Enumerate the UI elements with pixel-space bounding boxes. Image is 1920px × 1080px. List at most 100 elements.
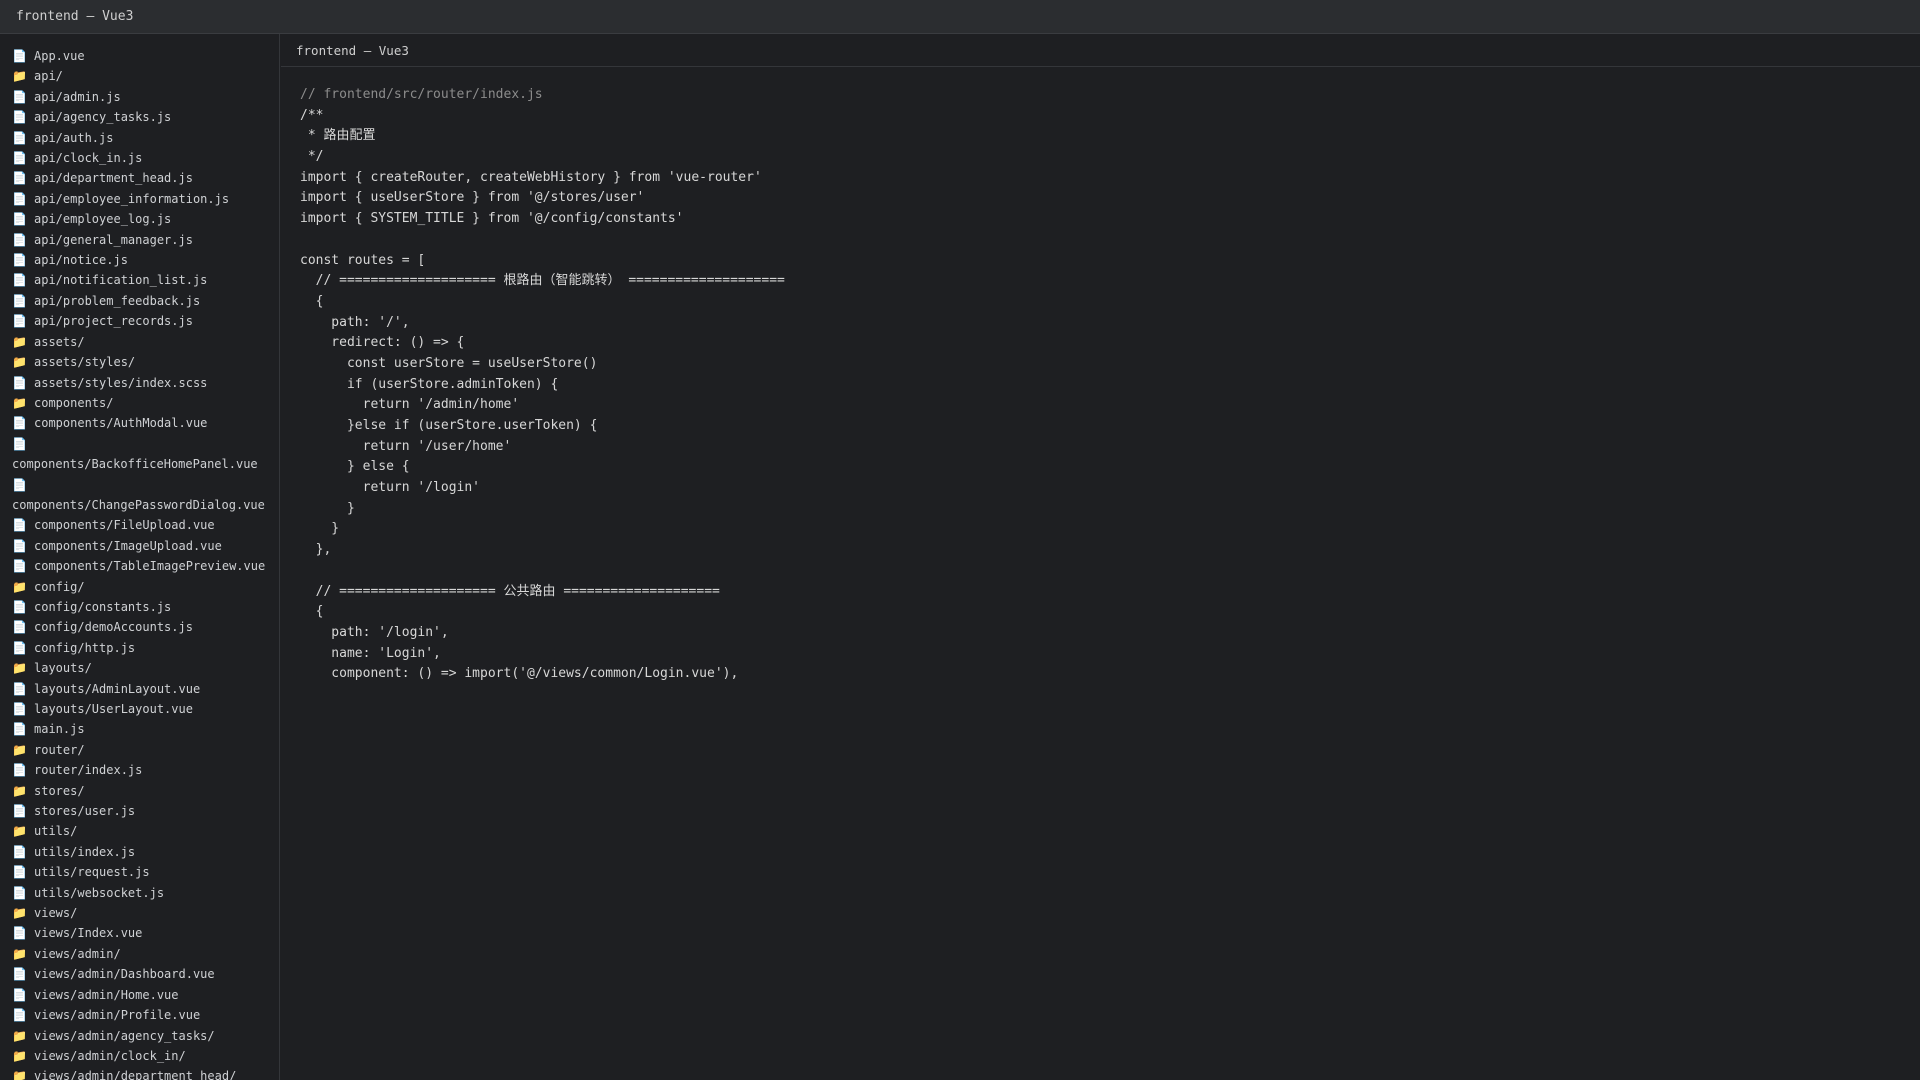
file-item[interactable]: 📄 api/problem_feedback.js [0, 291, 279, 311]
file-icon: 📄 [12, 212, 27, 227]
code-content[interactable]: // frontend/src/router/index.js /** * 路由配… [281, 67, 1920, 685]
file-item[interactable]: 📄 config/demoAccounts.js [0, 617, 279, 637]
file-item[interactable]: 📄 config/http.js [0, 638, 279, 658]
folder-icon: 📁 [12, 1028, 27, 1043]
code-line: }, [300, 542, 332, 558]
file-icon: 📄 [12, 702, 27, 716]
file-item[interactable]: 📄 utils/websocket.js [0, 883, 279, 903]
folder-item[interactable]: 📁 config/ [0, 577, 279, 597]
folder-icon: 📁 [12, 579, 27, 594]
tree-item-label: api/notice.js [34, 253, 128, 268]
file-item[interactable]: 📄 api/admin.js [0, 87, 279, 107]
tree-item-label: api/general_manager.js [34, 232, 193, 247]
folder-item[interactable]: 📁 stores/ [0, 781, 279, 801]
file-item[interactable]: 📄 utils/request.js [0, 862, 279, 882]
folder-item[interactable]: 📁 components/ [0, 393, 279, 413]
tree-item-label: views/admin/ [34, 946, 121, 961]
file-icon: 📄 [12, 987, 27, 1002]
folder-item[interactable]: 📁 views/admin/ [0, 944, 279, 964]
file-item[interactable]: 📄 api/department_head.js [0, 168, 279, 188]
file-item[interactable]: 📄 api/employee_information.js [0, 189, 279, 209]
tree-item-label: router/ [34, 742, 85, 757]
file-item[interactable]: 📄 components/AuthModal.vue [0, 413, 279, 433]
file-item[interactable]: 📄 api/general_manager.js [0, 230, 279, 250]
tree-item-label: views/admin/department_head/ [34, 1069, 237, 1080]
file-item[interactable]: 📄 api/agency_tasks.js [0, 107, 279, 127]
file-icon: 📄 [12, 518, 27, 533]
folder-item[interactable]: 📁 router/ [0, 740, 279, 760]
tree-item-label: layouts/UserLayout.vue [34, 702, 193, 716]
code-line: name: 'Login', [300, 645, 441, 661]
file-item[interactable]: 📄 assets/styles/index.scss [0, 373, 279, 393]
tree-item-label: api/admin.js [34, 89, 121, 104]
file-item[interactable]: 📄 layouts/AdminLayout.vue [0, 679, 279, 699]
tree-item-label: assets/styles/index.scss [34, 375, 208, 390]
file-item[interactable]: 📄 views/admin/Profile.vue [0, 1005, 279, 1025]
folder-item[interactable]: 📁 utils/ [0, 821, 279, 841]
file-item[interactable]: 📄 api/employee_log.js [0, 209, 279, 229]
code-line: redirect: () => { [300, 335, 465, 351]
file-item[interactable]: 📄 api/notice.js [0, 250, 279, 270]
file-item[interactable]: 📄 utils/index.js [0, 842, 279, 862]
file-item[interactable]: 📄 views/admin/Home.vue [0, 985, 279, 1005]
folder-item[interactable]: 📁 views/ [0, 903, 279, 923]
file-item[interactable]: 📄 components/ImageUpload.vue [0, 536, 279, 556]
file-explorer-sidebar: 📄 App.vue 📁 api/ 📄 api/admin.js 📄 api/agency_ta… [0, 34, 280, 1080]
tree-item-label: config/ [34, 579, 85, 594]
folder-icon: 📁 [12, 334, 27, 349]
file-icon: 📄 [12, 191, 27, 206]
folder-item[interactable]: 📁 views/admin/department_head/ [0, 1066, 279, 1080]
file-icon: 📄 [12, 416, 27, 431]
tree-item-label: components/AuthModal.vue [34, 416, 208, 431]
file-item[interactable]: 📄 views/Index.vue [0, 923, 279, 943]
file-item[interactable]: 📄 api/project_records.js [0, 311, 279, 331]
file-item[interactable]: 📄 App.vue [0, 46, 279, 66]
folder-item[interactable]: 📁 assets/styles/ [0, 352, 279, 372]
tree-item-label: utils/ [34, 824, 78, 839]
file-item[interactable]: 📄 config/constants.js [0, 597, 279, 617]
folder-item[interactable]: 📁 views/admin/agency_tasks/ [0, 1026, 279, 1046]
file-item[interactable]: 📄 api/clock_in.js [0, 148, 279, 168]
tree-item-label: api/employee_log.js [34, 212, 172, 227]
file-item[interactable]: 📄 components/TableImagePreview.vue [0, 556, 279, 576]
file-item[interactable]: 📄 components/BackofficeHomePanel.vue [0, 434, 279, 475]
file-item[interactable]: 📄 router/index.js [0, 760, 279, 780]
folder-item[interactable]: 📁 views/admin/clock_in/ [0, 1046, 279, 1066]
folder-item[interactable]: 📁 assets/ [0, 332, 279, 352]
file-item[interactable]: 📄 layouts/UserLayout.vue [0, 699, 279, 719]
tree-item-label: config/demoAccounts.js [34, 620, 193, 635]
tree-item-label: layouts/ [34, 661, 92, 676]
folder-icon: 📁 [12, 824, 27, 839]
file-item[interactable]: 📄 main.js [0, 719, 279, 739]
folder-icon: 📁 [12, 395, 27, 410]
folder-icon: 📁 [12, 1069, 27, 1080]
tree-item-label: api/problem_feedback.js [34, 293, 201, 308]
file-icon: 📄 [12, 314, 27, 329]
file-item[interactable]: 📄 components/ChangePasswordDialog.vue [0, 475, 279, 516]
editor-tab[interactable]: frontend — Vue3 [281, 34, 1920, 67]
window-title: frontend — Vue3 [16, 9, 134, 24]
code-line: * 路由配置 [300, 128, 376, 144]
file-icon: 📄 [12, 375, 27, 390]
code-line: } [300, 521, 340, 537]
code-line: path: '/', [300, 314, 410, 330]
tree-item-label: api/auth.js [34, 130, 114, 145]
folder-item[interactable]: 📁 api/ [0, 66, 279, 86]
folder-item[interactable]: 📁 layouts/ [0, 658, 279, 678]
code-line: // frontend/src/router/index.js [300, 87, 543, 102]
file-item[interactable]: 📄 views/admin/Dashboard.vue [0, 964, 279, 984]
code-line: }else if (userStore.userToken) { [300, 418, 598, 433]
code-line: // ==================== 根路由（智能跳转） ======… [300, 273, 785, 289]
file-icon: 📄 [12, 49, 27, 63]
tree-item-label: components/BackofficeHomePanel.vue [12, 457, 258, 472]
tree-item-label: router/index.js [34, 763, 143, 778]
file-item[interactable]: 📄 components/FileUpload.vue [0, 515, 279, 535]
file-item[interactable]: 📄 api/notification_list.js [0, 270, 279, 290]
code-line: path: '/login', [300, 624, 449, 640]
file-item[interactable]: 📄 api/auth.js [0, 128, 279, 148]
tree-item-label: stores/user.js [34, 804, 136, 819]
file-item[interactable]: 📄 stores/user.js [0, 801, 279, 821]
code-line: return '/admin/home' [300, 397, 520, 413]
